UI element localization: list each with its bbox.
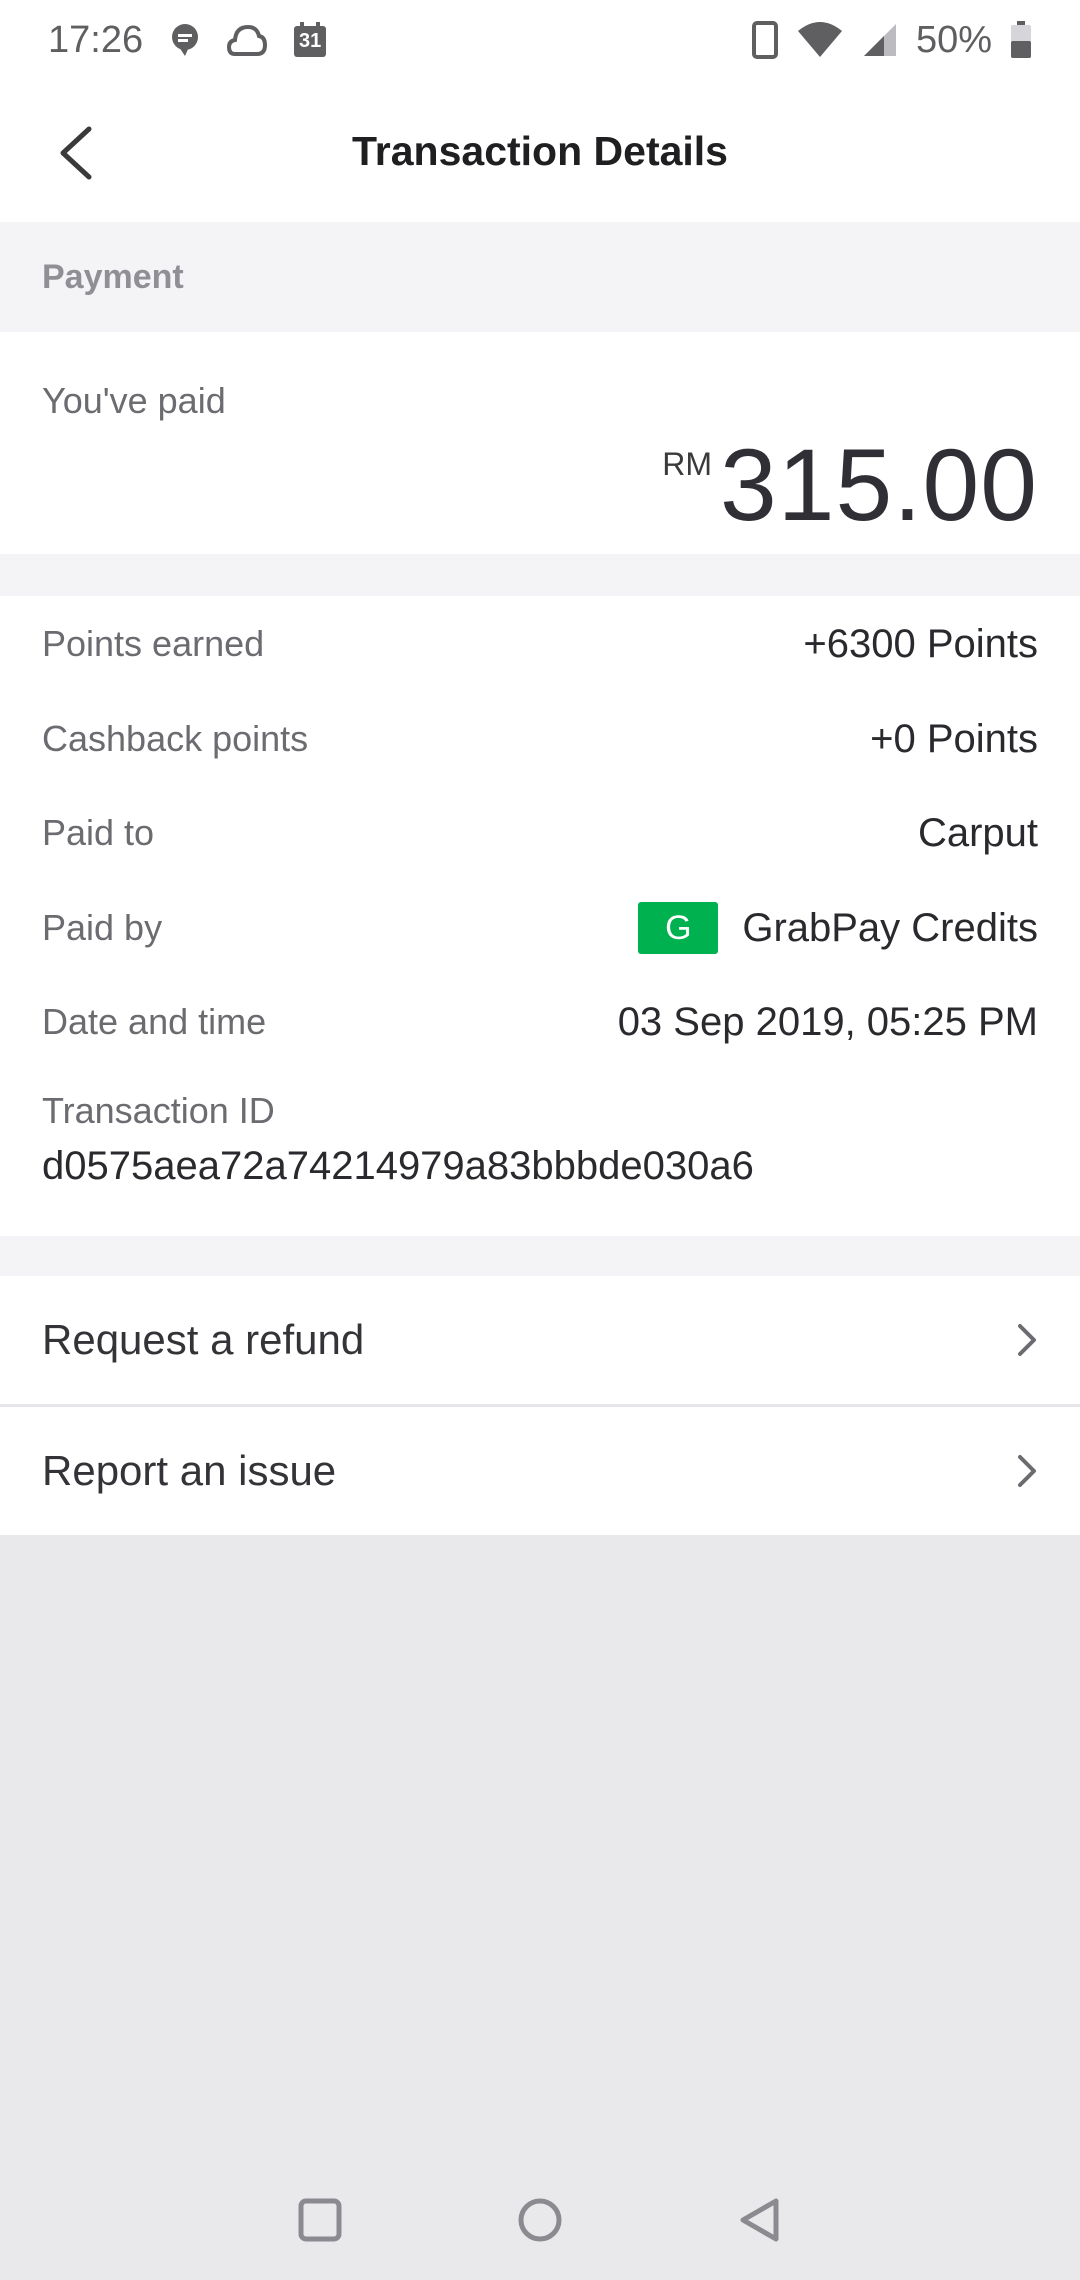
back-button[interactable] [40, 108, 110, 198]
status-bar: 17:26 31 50% [0, 0, 1080, 80]
chat-bubble-icon [169, 23, 201, 57]
detail-row-date-time: Date and time 03 Sep 2019, 05:25 PM [42, 992, 1038, 1052]
chevron-left-icon [60, 126, 92, 180]
cloud-icon [227, 23, 268, 57]
action-label: Request a refund [42, 1316, 365, 1363]
transaction-details-card: Points earned +6300 Points Cashback poin… [0, 596, 1080, 1236]
status-left: 17:26 31 [48, 19, 327, 62]
page-title: Transaction Details [352, 127, 728, 174]
status-time: 17:26 [48, 18, 144, 61]
calendar-day: 31 [298, 30, 322, 52]
section-title: Payment [42, 257, 184, 296]
detail-value: +0 Points [870, 716, 1038, 761]
detail-value: +6300 Points [803, 621, 1038, 666]
detail-row-paid-by: Paid by G GrabPay Credits [42, 898, 1038, 958]
detail-label: Paid to [42, 812, 155, 853]
transaction-id-label: Transaction ID [42, 1090, 275, 1131]
detail-row-paid-to: Paid to Carput [42, 803, 1038, 863]
back-triangle-icon[interactable] [730, 2190, 790, 2250]
chevron-right-icon [1016, 1453, 1038, 1489]
detail-value: Carput [917, 810, 1038, 855]
phone-vibrate-icon [751, 21, 778, 59]
amount-currency: RM [662, 446, 713, 482]
detail-label: Date and time [42, 1001, 267, 1042]
detail-row-points-earned: Points earned +6300 Points [42, 614, 1038, 674]
calendar-icon: 31 [293, 22, 327, 58]
paid-label: You've paid [42, 380, 226, 421]
amount-value: 315.00 [720, 428, 1038, 542]
detail-label: Paid by [42, 907, 163, 948]
grabpay-icon-letter: G [665, 908, 692, 947]
payment-method: GrabPay Credits [742, 905, 1038, 950]
detail-label: Cashback points [42, 718, 309, 759]
recents-square-icon[interactable] [290, 2190, 350, 2250]
transaction-id-value: d0575aea72a74214979a83bbbde030a6 [42, 1144, 754, 1188]
amount-paid-card: You've paid RM 315.00 [0, 332, 1080, 554]
amount-display: RM 315.00 [662, 420, 1038, 536]
wifi-icon [796, 21, 844, 59]
chevron-right-icon [1016, 1322, 1038, 1358]
detail-label: Points earned [42, 623, 265, 664]
app-bar: Transaction Details [0, 80, 1080, 222]
report-issue-button[interactable]: Report an issue [0, 1407, 1080, 1535]
detail-value-paid-by: G GrabPay Credits [638, 902, 1038, 954]
section-spacer [0, 554, 1080, 596]
battery-icon [1010, 21, 1032, 59]
home-circle-icon[interactable] [510, 2190, 570, 2250]
detail-row-cashback-points: Cashback points +0 Points [42, 709, 1038, 769]
section-spacer [0, 1236, 1080, 1276]
request-refund-button[interactable]: Request a refund [0, 1276, 1080, 1404]
detail-value: 03 Sep 2019, 05:25 PM [617, 999, 1038, 1044]
grabpay-icon: G [638, 902, 719, 954]
status-right: 50% [751, 18, 1032, 62]
cell-signal-icon [862, 22, 898, 58]
battery-percent: 50% [915, 18, 992, 61]
section-header-payment: Payment [0, 222, 1080, 332]
action-label: Report an issue [42, 1447, 337, 1494]
system-nav-bar [0, 2160, 1080, 2280]
